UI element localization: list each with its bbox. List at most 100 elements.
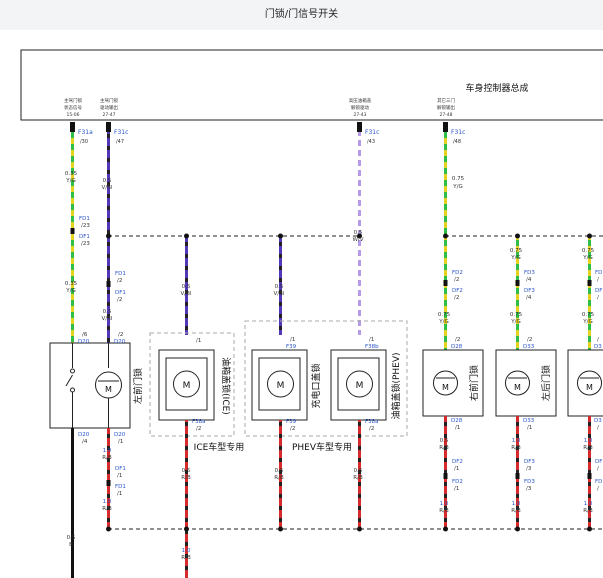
fd-i2p: / [597,486,599,492]
b1-size: 1.0 [103,448,112,454]
pin-phev-top: F38b [365,344,379,350]
bice-color: R/B [181,475,191,481]
fd-f2: FD1 [115,484,126,490]
fd-b1: FD1 [115,271,126,277]
w3-color: W/V [352,237,363,243]
fd-h1p: /3 [526,466,532,472]
fd-h2: FD3 [524,479,535,485]
fd-g2p: /1 [454,486,459,492]
b1b-size: 1.0 [103,499,112,505]
wchg-size: 0.5 [275,284,284,290]
phev-lock-label: 油箱盖锁(PHEV) [390,352,402,419]
bg-size: 0.5 [67,535,76,541]
splice-g3 [278,526,283,532]
fd-f2p: /1 [117,491,122,497]
rf-lock-label-group: 右前门锁 [468,365,480,401]
w5a-size: 0.75 [510,248,523,254]
fd-d1: FD3 [524,270,535,276]
lf-switch-contact-b [70,387,75,393]
phev-motor-m: M [356,381,364,391]
pin-d20-top2p: /2 [118,332,123,338]
pin-d20-top2: D20 [114,339,126,345]
inline-h [515,473,520,479]
w4a-size: 0.75 [452,176,465,182]
lf-lock-label: 左前门锁 [132,368,144,404]
splice-g6 [515,526,520,532]
lr-lock-label: 左后门锁 [540,365,552,401]
w4a-color: Y/G [452,184,462,190]
pin-lr-top: D33 [523,344,535,350]
ice-motor-m: M [183,381,191,391]
brf-size: 0.5 [440,438,449,444]
w3-size: 0.5 [354,230,363,236]
fd-b2: DF1 [115,290,126,296]
fd-f1p: /1 [117,473,122,479]
fd-f1: DF1 [115,466,126,472]
fd-e1: FD [595,270,602,276]
pin-rr-topp: / [597,337,599,343]
pin-lr-botp: /1 [527,425,532,431]
lf-switch-contact-a [70,368,75,374]
w2b-color: V/Bl [102,316,113,322]
w6a-size: 0.75 [582,248,595,254]
bcm-pin4-label-b: 解锁输出 [437,104,455,111]
b1b-color: R/B [102,506,112,512]
fd-a1p: /23 [81,223,90,229]
w5b-size: 0.75 [510,312,523,318]
wice-size: 0.5 [182,284,191,290]
fd-d2p: /4 [526,295,532,301]
fd-i2: FD [595,479,602,485]
inline-f [106,480,111,486]
splice-g1 [106,526,111,532]
fd-e1p: / [597,277,599,283]
wiring-diagram: 车身控制器总成 主驾门锁 状态信号 15-06 主驾门锁 驱动输出 27-47 … [20,49,603,578]
pin-ice-botp: /2 [196,426,201,432]
c1-name: F31a [78,129,93,136]
bcm-pin1-label-b: 状态信号 [64,104,82,111]
inline-b [106,281,111,287]
pin-ice-top: /1 [196,338,201,344]
lr-motor-m: M [514,383,521,392]
b1-color: R/B [102,455,112,461]
blr2-color: R/B [511,508,521,514]
pin-d20-bot1p: /4 [82,439,88,445]
splice-g4 [357,526,362,532]
wchg-color: V/Bl [274,291,285,297]
w2a-color: V/Bl [102,185,113,191]
pin-chg-botp: /2 [290,426,295,432]
inline-g [443,473,448,479]
fd-d2: DF3 [524,288,535,294]
pin-rf-top: D28 [451,344,463,350]
splice-6 [515,233,520,239]
bchg-size: 0.5 [275,468,284,474]
splice-3 [278,233,283,239]
fd-a2p: /23 [81,241,90,247]
c2-name: F31c [114,129,128,136]
header-bar: 门锁/门信号开关 [0,0,603,30]
w2b-size: 0.5 [103,309,112,315]
fd-g2: FD2 [452,479,463,485]
w4b-size: 0.75 [438,312,451,318]
splice-g2 [184,526,189,532]
bice2-size: 1.0 [182,548,191,554]
pin-phev-botp: /2 [369,426,374,432]
bcm-pin3-label-a: 高压油箱盖 [349,97,372,104]
brf2-color: R/B [439,508,449,514]
pin-rr-top: D3 [594,344,602,350]
c1-pin: /30 [80,139,88,145]
lf-lock-label-group: 左前门锁 [132,368,144,404]
fd-g1: DF2 [452,459,463,465]
pin-chg-bot: F39 [286,419,297,425]
brr2-size: 1.0 [584,501,593,507]
bcm-pin2-label-c: 27-47 [102,112,115,118]
fd-c2p: /2 [454,295,459,301]
inline-e [587,280,592,286]
splice-5 [443,233,448,239]
brf-color: R/B [439,445,449,451]
w5a-color: Y/G [510,255,520,261]
pin-d20-bot2p: /1 [118,439,123,445]
w5b-color: Y/G [510,319,520,325]
pin-ice-bot: F38a [192,419,206,425]
bcm-pin2-label-a: 主驾门锁 [100,97,118,104]
bice2-color: R/B [181,555,191,561]
